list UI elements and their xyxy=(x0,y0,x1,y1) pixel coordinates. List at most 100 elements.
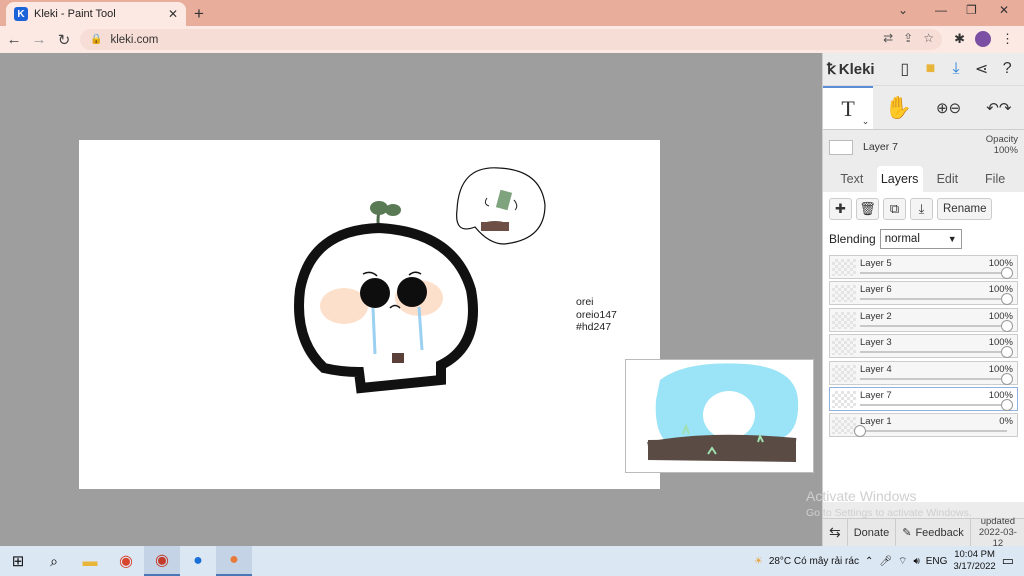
browser-tab[interactable]: K Kleki - Paint Tool ✕ xyxy=(6,2,186,26)
restore-button[interactable]: ❐ xyxy=(966,3,977,17)
help-icon[interactable]: ? xyxy=(994,56,1020,82)
clock-date: 3/17/2022 xyxy=(953,561,996,572)
blending-select[interactable]: normal ▼ xyxy=(879,229,962,249)
feedback-label: Feedback xyxy=(915,526,964,539)
watermark-subtitle: Go to Settings to activate Windows. xyxy=(806,507,972,519)
delete-layer-icon[interactable]: 🗑 xyxy=(856,198,879,220)
chrome-icon[interactable]: ◉ xyxy=(108,546,144,576)
tab-edit[interactable]: Edit xyxy=(925,166,971,192)
signature-line: oreio147 xyxy=(576,308,617,321)
tab-layers[interactable]: Layers xyxy=(876,166,923,192)
drawing-artwork xyxy=(294,167,546,394)
layer-row[interactable]: Layer 4 100% xyxy=(829,360,1018,385)
download-icon[interactable]: ⤓ xyxy=(943,56,969,82)
undo-redo-buttons[interactable]: ↶↷ xyxy=(974,86,1024,129)
slider-knob[interactable] xyxy=(1001,346,1013,359)
search-icon[interactable]: ⌕ xyxy=(36,546,72,576)
windows-start-icon[interactable]: ⊞ xyxy=(0,546,36,576)
opacity-value: 100% xyxy=(993,145,1018,156)
layer-thumbnail xyxy=(832,285,856,303)
layer-thumbnail xyxy=(832,390,856,408)
weather-text[interactable]: 28°C Có mây rải rác xyxy=(769,556,859,567)
kleki-side-panel: ꝁ Kleki ▯ ■ ⤓ ⋖ ? T ⌄ ✋ ⊕⊖ ↶↷ Layer 7 Op… xyxy=(822,53,1024,549)
drawing-canvas[interactable]: orei oreio147 #hd247 xyxy=(79,140,660,489)
reload-button[interactable]: ↻ xyxy=(53,31,75,49)
tab-search-chevron-icon[interactable]: ⌄ xyxy=(898,3,908,17)
close-tab-icon[interactable]: ✕ xyxy=(168,7,178,21)
toggle-panel-side-icon[interactable]: ⇆ xyxy=(823,518,848,547)
address-bar[interactable]: 🔒 kleki.com ⇄ ⇪ ☆ xyxy=(80,29,942,50)
donate-link[interactable]: Donate xyxy=(848,518,897,547)
slider-knob[interactable] xyxy=(1001,372,1013,385)
file-explorer-icon[interactable]: ▬ xyxy=(72,546,108,576)
chrome-profile-icon[interactable]: ◉ xyxy=(144,546,180,576)
extensions-puzzle-icon[interactable]: ✱ xyxy=(954,31,965,47)
hand-tool-button[interactable]: ✋ xyxy=(873,86,923,129)
translate-icon[interactable]: ⇄ xyxy=(883,31,893,45)
layer-opacity-slider[interactable] xyxy=(860,398,1013,411)
merge-down-icon[interactable]: ⤓ xyxy=(910,198,933,220)
slider-knob[interactable] xyxy=(1001,319,1013,332)
opacity-label: Opacity xyxy=(985,134,1018,145)
layer-color-swatch[interactable] xyxy=(829,139,853,155)
updated-label: updated xyxy=(980,516,1016,527)
layer-opacity-slider[interactable] xyxy=(854,425,1007,438)
slider-knob[interactable] xyxy=(1001,267,1013,279)
browser-menu-icon[interactable]: ⋮ xyxy=(1001,31,1014,47)
layer-row[interactable]: Layer 7 100% xyxy=(829,386,1018,411)
new-image-icon[interactable]: ▯ xyxy=(892,56,918,82)
forward-button[interactable]: → xyxy=(28,31,50,48)
language-indicator[interactable]: ENG xyxy=(926,556,948,567)
share-icon[interactable]: ⋖ xyxy=(969,56,995,82)
zalo-icon[interactable]: ● xyxy=(180,546,216,576)
share-icon[interactable]: ⇪ xyxy=(903,31,913,45)
kleki-app-icon[interactable]: ● xyxy=(216,546,252,576)
layer-row[interactable]: Layer 2 100% xyxy=(829,307,1018,332)
volume-icon[interactable]: 🔊︎ xyxy=(913,556,919,567)
url-text: kleki.com xyxy=(110,33,159,46)
rename-button[interactable]: Rename xyxy=(937,198,993,220)
wifi-icon[interactable]: ⌔ xyxy=(898,555,907,568)
text-tool-button[interactable]: T ⌄ xyxy=(823,86,874,129)
blending-control: Blending normal ▼ xyxy=(829,229,1018,249)
close-window-button[interactable]: ✕ xyxy=(999,3,1009,17)
clock-time: 10:04 PM xyxy=(954,549,995,560)
tab-file[interactable]: File xyxy=(972,166,1018,192)
browser-toolbar: ← → ↻ 🔒 kleki.com ⇄ ⇪ ☆ ✱ ⋮ xyxy=(0,26,1024,53)
kleki-favicon-icon: K xyxy=(14,7,28,21)
layer-row[interactable]: Layer 6 100% xyxy=(829,281,1018,306)
panel-footer: ⇆ Donate ✎ Feedback updated 2022-03-12 xyxy=(823,516,1024,549)
layer-opacity-slider[interactable] xyxy=(860,346,1013,359)
slider-knob[interactable] xyxy=(854,425,866,438)
bookmark-star-icon[interactable]: ☆ xyxy=(923,31,934,45)
microphone-icon[interactable]: 🎤︎ xyxy=(879,556,892,567)
layer-row[interactable]: Layer 3 100% xyxy=(829,334,1018,359)
new-tab-button[interactable]: + xyxy=(194,4,204,24)
profile-avatar[interactable] xyxy=(975,31,991,47)
add-layer-icon[interactable]: ✚ xyxy=(829,198,852,220)
layer-opacity-slider[interactable] xyxy=(860,293,1013,306)
slider-knob[interactable] xyxy=(1001,398,1013,411)
tab-text[interactable]: Text xyxy=(829,166,875,192)
duplicate-layer-icon[interactable]: ⧉ xyxy=(883,198,906,220)
slider-knob[interactable] xyxy=(1001,293,1013,306)
undo-redo-icon: ↶↷ xyxy=(986,99,1012,117)
layer-row[interactable]: Layer 1 0% xyxy=(829,413,1018,438)
zoom-in-out-icon: ⊕⊖ xyxy=(936,99,962,117)
clock[interactable]: 10:04 PM 3/17/2022 xyxy=(953,549,995,573)
updated-info: updated 2022-03-12 xyxy=(971,516,1024,549)
layer-thumbnail xyxy=(832,259,856,276)
layer-opacity-slider[interactable] xyxy=(860,372,1013,385)
layer-opacity-slider[interactable] xyxy=(860,319,1013,332)
back-button[interactable]: ← xyxy=(3,31,25,48)
open-folder-icon[interactable]: ■ xyxy=(918,56,944,82)
chevron-up-icon[interactable]: ⌃ xyxy=(865,556,873,567)
zoom-buttons[interactable]: ⊕⊖ xyxy=(924,86,974,129)
feedback-link[interactable]: ✎ Feedback xyxy=(896,518,971,547)
layer-row[interactable]: Layer 5 100% xyxy=(829,255,1018,279)
weather-icon[interactable]: ☀ xyxy=(754,556,763,567)
minimize-button[interactable]: — xyxy=(935,3,947,17)
chevron-down-icon[interactable]: ⌄ xyxy=(862,116,870,127)
layer-opacity-slider[interactable] xyxy=(860,267,1013,279)
notifications-icon[interactable]: ▭ xyxy=(1002,553,1014,569)
